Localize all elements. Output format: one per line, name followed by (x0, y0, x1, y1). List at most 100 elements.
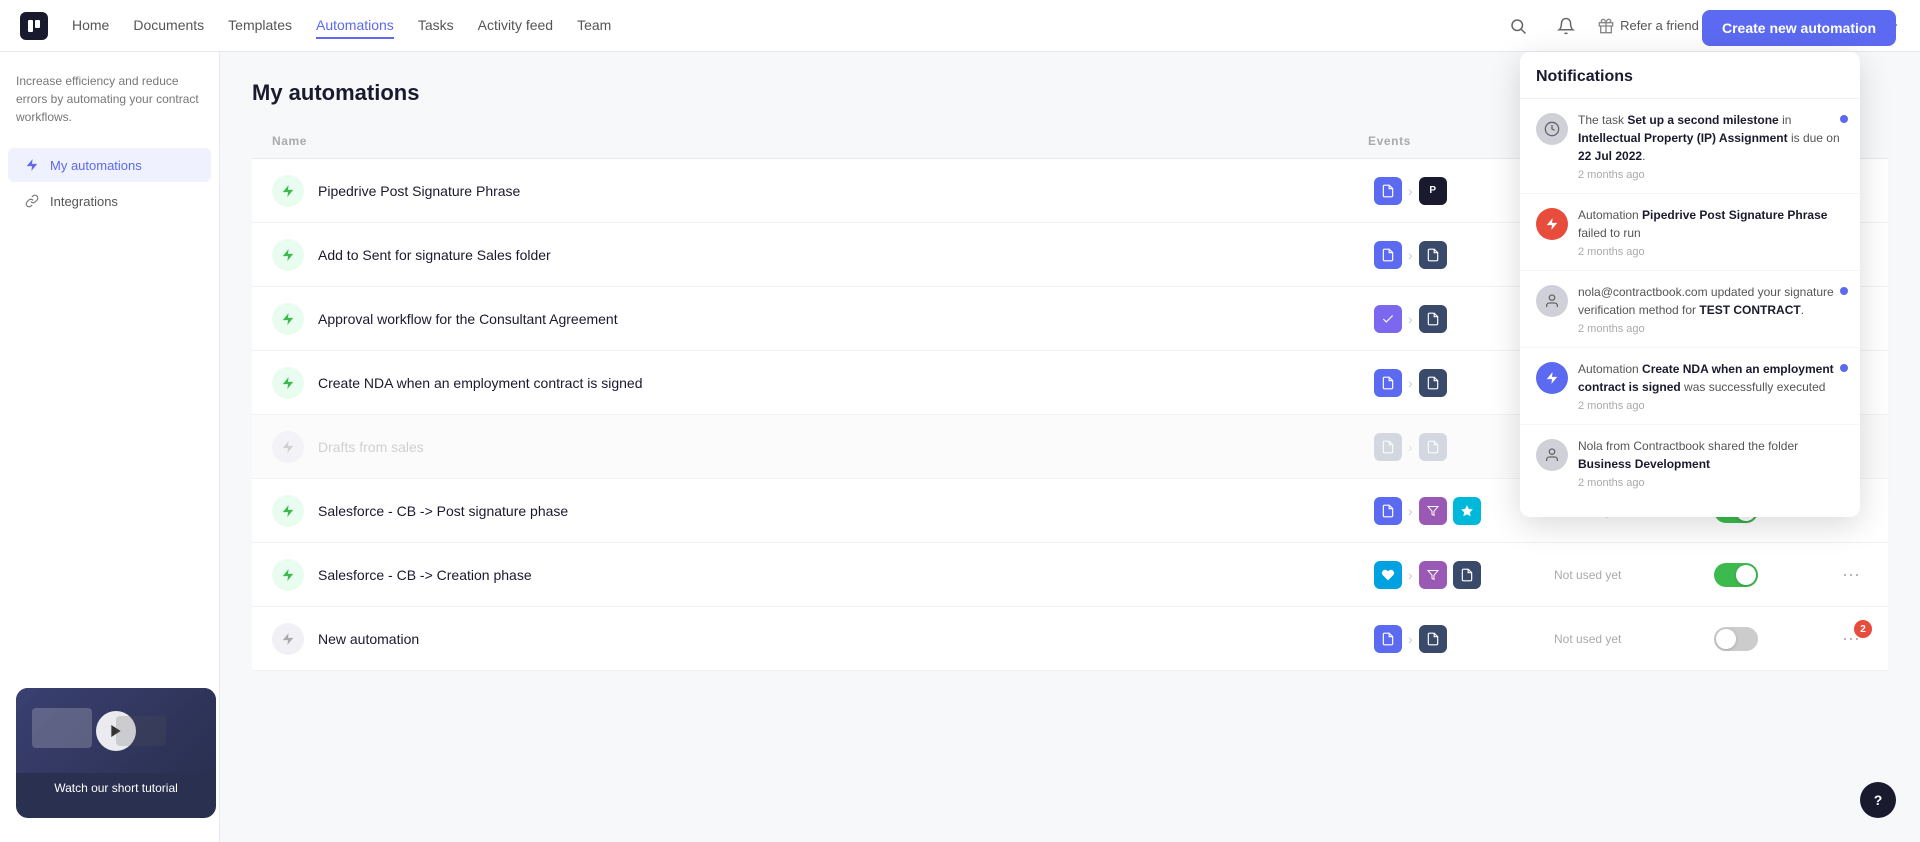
event-doc2-icon (1419, 369, 1447, 397)
notif-avatar (1536, 362, 1568, 394)
row-status-icon (272, 495, 304, 527)
table-row[interactable]: Salesforce - CB -> Creation phase › Not … (252, 543, 1888, 607)
notif-avatar (1536, 208, 1568, 240)
row-last-used: Not used yet (1554, 568, 1714, 582)
event-doc-icon (1374, 625, 1402, 653)
nav-documents[interactable]: Documents (133, 13, 204, 39)
notif-avatar (1536, 113, 1568, 145)
sidebar-item-my-automations[interactable]: My automations (8, 148, 211, 182)
arrow-icon: › (1408, 311, 1413, 327)
row-events: › (1374, 561, 1554, 589)
sidebar-item-integrations-label: Integrations (50, 194, 118, 209)
row-badge: 2 (1854, 620, 1872, 638)
refer-link-label: Refer a friend (1620, 18, 1699, 33)
event-doc-icon (1419, 305, 1447, 333)
row-status-icon (272, 431, 304, 463)
notifications-button[interactable] (1550, 10, 1582, 42)
event-doc-icon (1374, 369, 1402, 397)
notification-item[interactable]: nola@contractbook.com updated your signa… (1520, 271, 1860, 348)
notif-body: Nola from Contractbook shared the folder… (1578, 437, 1844, 489)
nav-templates[interactable]: Templates (228, 13, 292, 39)
row-status (1714, 627, 1834, 651)
event-sf-icon (1453, 497, 1481, 525)
search-button[interactable] (1502, 10, 1534, 42)
row-name: Drafts from sales (318, 439, 1374, 455)
notif-body: nola@contractbook.com updated your signa… (1578, 283, 1844, 335)
row-name: New automation (318, 631, 1374, 647)
nav-tasks[interactable]: Tasks (418, 13, 454, 39)
event-doc-icon (1453, 561, 1481, 589)
row-status-icon (272, 239, 304, 271)
arrow-icon: › (1408, 631, 1413, 647)
row-status-icon (272, 623, 304, 655)
row-status-icon (272, 559, 304, 591)
nav-activity[interactable]: Activity feed (478, 13, 553, 39)
row-status-icon (272, 303, 304, 335)
tutorial-label: Watch our short tutorial (16, 773, 216, 803)
sidebar-item-integrations[interactable]: Integrations (8, 184, 211, 218)
arrow-icon: › (1408, 567, 1413, 583)
logo[interactable] (20, 12, 48, 40)
row-name: Create NDA when an employment contract i… (318, 375, 1374, 391)
status-toggle[interactable] (1714, 627, 1758, 651)
notif-text: Nola from Contractbook shared the folder… (1578, 437, 1844, 473)
refer-friend-link[interactable]: Refer a friend (1598, 18, 1699, 34)
notif-body: The task Set up a second milestone in In… (1578, 111, 1844, 181)
sidebar-item-my-automations-label: My automations (50, 158, 142, 173)
row-name: Salesforce - CB -> Creation phase (318, 567, 1374, 583)
event-sf-green-icon (1374, 561, 1402, 589)
row-status (1714, 563, 1834, 587)
more-options-button[interactable]: ··· 2 (1834, 624, 1868, 653)
notification-item[interactable]: The task Set up a second milestone in In… (1520, 99, 1860, 194)
notif-time: 2 months ago (1578, 400, 1844, 412)
row-status-icon (272, 367, 304, 399)
notif-time: 2 months ago (1578, 323, 1844, 335)
arrow-icon: › (1408, 503, 1413, 519)
unread-dot (1840, 115, 1848, 123)
notification-item[interactable]: Automation Create NDA when an employment… (1520, 348, 1860, 425)
event-doc-icon (1374, 433, 1402, 461)
gift-icon (1598, 18, 1614, 34)
notif-text: Automation Pipedrive Post Signature Phra… (1578, 206, 1844, 242)
create-new-automation-button[interactable]: Create new automation (1702, 10, 1896, 46)
arrow-icon: › (1408, 375, 1413, 391)
event-doc2-icon (1419, 625, 1447, 653)
nav-links: Home Documents Templates Automations Tas… (72, 13, 1502, 39)
row-status-icon (272, 175, 304, 207)
tutorial-widget: × Watch our short tutorial (16, 688, 216, 818)
event-check-icon (1374, 305, 1402, 333)
status-toggle[interactable] (1714, 563, 1758, 587)
nav-automations[interactable]: Automations (316, 13, 394, 39)
link-icon (24, 193, 40, 209)
event-doc2-icon (1419, 433, 1447, 461)
nav-home[interactable]: Home (72, 13, 109, 39)
arrow-icon: › (1408, 247, 1413, 263)
notif-time: 2 months ago (1578, 477, 1844, 489)
event-doc-icon (1374, 241, 1402, 269)
arrow-icon: › (1408, 439, 1413, 455)
more-options-button[interactable]: ··· (1834, 560, 1868, 589)
unread-dot (1840, 364, 1848, 372)
notif-time: 2 months ago (1578, 169, 1844, 181)
help-button[interactable]: ? (1860, 782, 1896, 818)
top-navigation: Home Documents Templates Automations Tas… (0, 0, 1920, 52)
nav-team[interactable]: Team (577, 13, 611, 39)
notif-avatar (1536, 439, 1568, 471)
sidebar-description: Increase efficiency and reduce errors by… (0, 72, 219, 146)
notifications-panel: Notifications The task Set up a second m… (1520, 52, 1860, 517)
col-header-name: Name (272, 134, 1368, 148)
notification-item[interactable]: Nola from Contractbook shared the folder… (1520, 425, 1860, 501)
row-name: Salesforce - CB -> Post signature phase (318, 503, 1374, 519)
event-doc-icon (1374, 177, 1402, 205)
notif-avatar (1536, 285, 1568, 317)
row-name: Pipedrive Post Signature Phrase (318, 183, 1374, 199)
notif-time: 2 months ago (1578, 246, 1844, 258)
notif-text: nola@contractbook.com updated your signa… (1578, 283, 1844, 319)
row-last-used: Not used yet (1554, 632, 1714, 646)
bolt-icon (24, 157, 40, 173)
notif-body: Automation Create NDA when an employment… (1578, 360, 1844, 412)
notification-item[interactable]: Automation Pipedrive Post Signature Phra… (1520, 194, 1860, 271)
notif-text: Automation Create NDA when an employment… (1578, 360, 1844, 396)
table-row[interactable]: New automation › Not used yet ··· 2 (252, 607, 1888, 671)
event-filter-icon (1419, 561, 1447, 589)
